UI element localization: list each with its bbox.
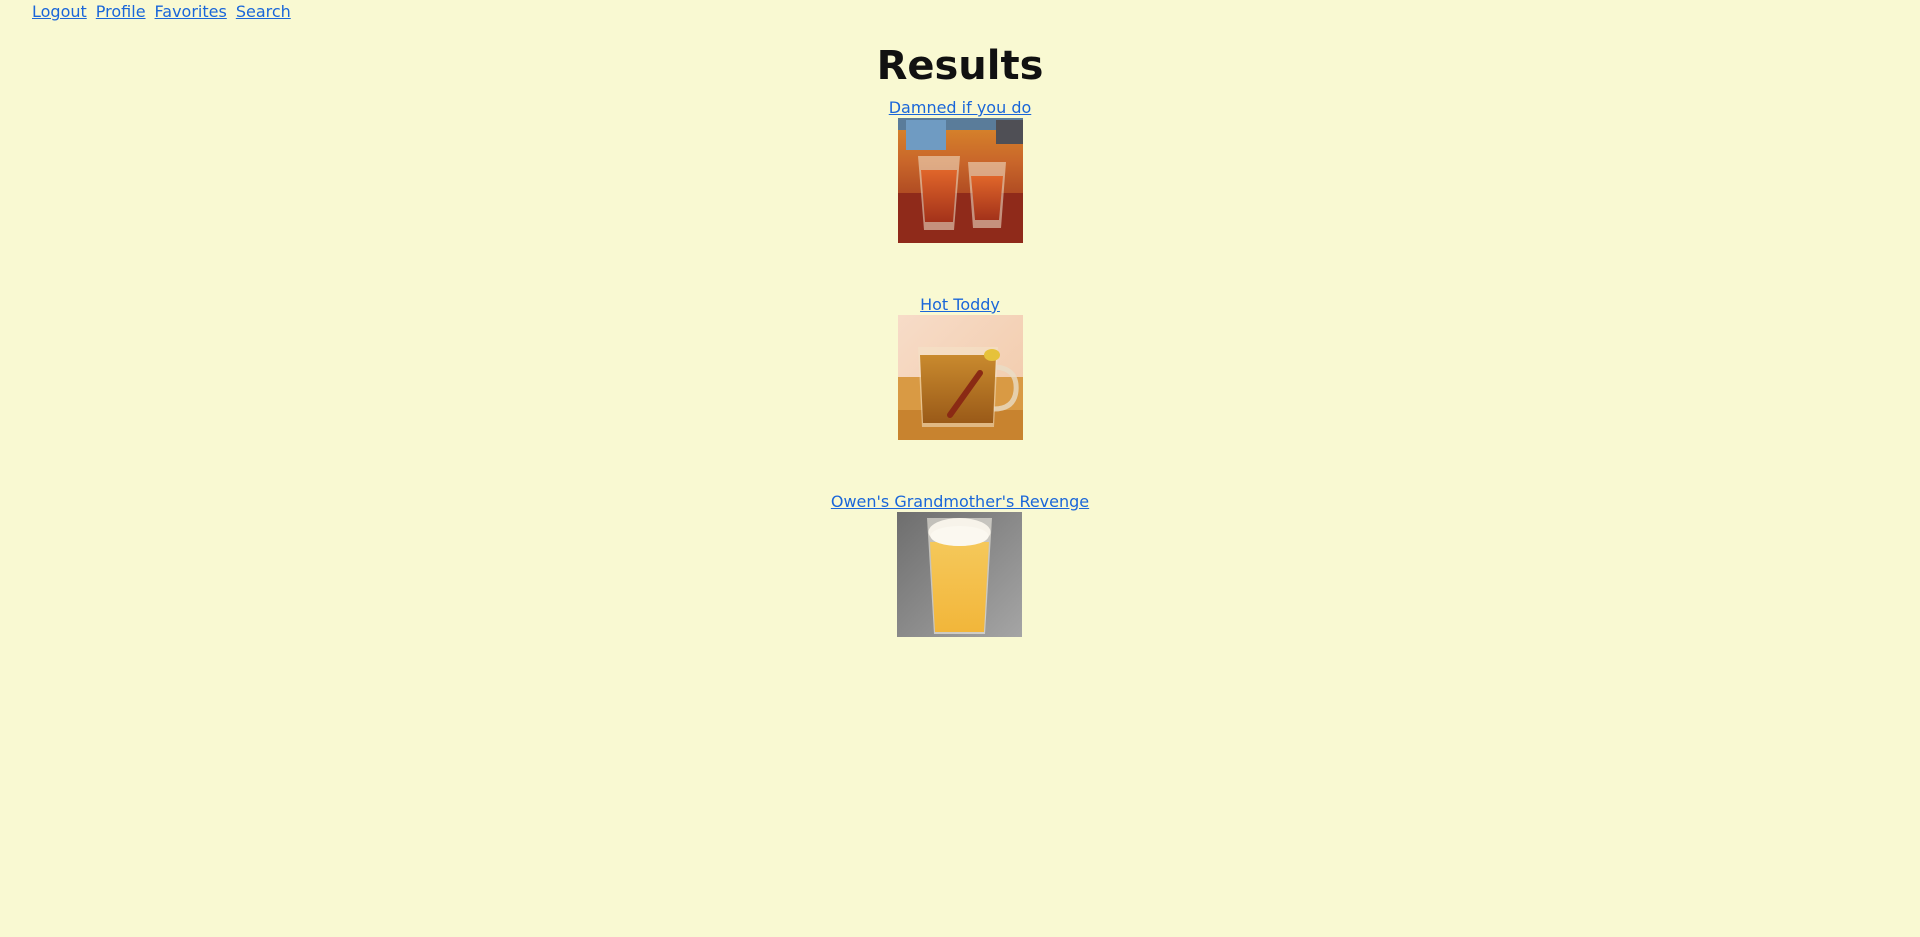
result-link-damned-if-you-do[interactable]: Damned if you do bbox=[889, 98, 1032, 118]
drink-thumbnail-damned-if-you-do[interactable] bbox=[897, 118, 1023, 243]
result-link-owens-grandmothers-revenge[interactable]: Owen's Grandmother's Revenge bbox=[831, 492, 1089, 512]
result-item: Owen's Grandmother's Revenge bbox=[831, 492, 1089, 689]
search-link[interactable]: Search bbox=[236, 2, 291, 22]
logout-link[interactable]: Logout bbox=[32, 2, 87, 22]
page-title: Results bbox=[876, 43, 1044, 89]
top-nav: Logout Profile Favorites Search bbox=[32, 2, 291, 22]
drink-thumbnail-hot-toddy[interactable] bbox=[897, 315, 1023, 440]
results-list: Damned if you do Hot Toddy Owen's Grandm… bbox=[0, 98, 1920, 689]
drink-thumbnail-owens-grandmothers-revenge[interactable] bbox=[897, 512, 1023, 637]
favorites-link[interactable]: Favorites bbox=[155, 2, 227, 22]
result-item: Hot Toddy bbox=[897, 295, 1023, 492]
profile-link[interactable]: Profile bbox=[96, 2, 146, 22]
result-link-hot-toddy[interactable]: Hot Toddy bbox=[920, 295, 1000, 315]
result-item: Damned if you do bbox=[889, 98, 1032, 295]
